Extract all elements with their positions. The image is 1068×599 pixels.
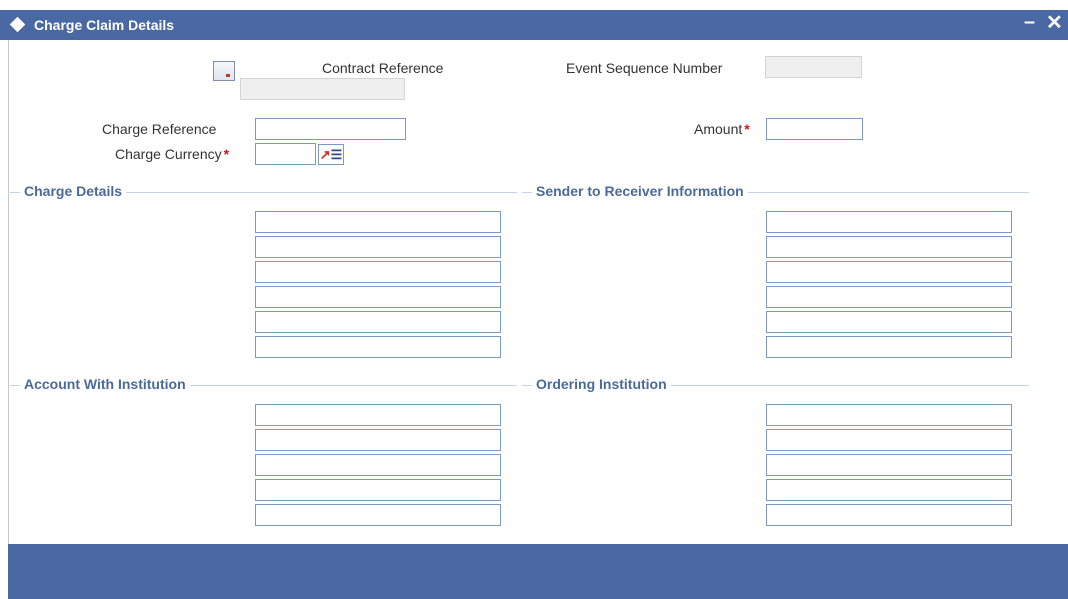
account-with-institution-line-3[interactable] [255, 454, 501, 476]
charge-currency-label-text: Charge Currency [115, 146, 222, 162]
account-with-institution-title: Account With Institution [20, 376, 190, 392]
diamond-icon [9, 16, 26, 33]
sender-to-receiver-line-1[interactable] [766, 211, 1012, 233]
account-with-institution-line-2[interactable] [255, 429, 501, 451]
charge-currency-label: Charge Currency * [115, 146, 229, 162]
sender-to-receiver-title: Sender to Receiver Information [532, 183, 748, 199]
event-sequence-field[interactable] [765, 56, 862, 78]
left-border [0, 40, 9, 545]
minimize-button[interactable]: – [1024, 11, 1035, 34]
charge-reference-field[interactable] [255, 118, 406, 140]
close-button[interactable]: ✕ [1046, 10, 1063, 35]
document-icon[interactable] [213, 61, 235, 81]
sender-to-receiver-line-3[interactable] [766, 261, 1012, 283]
charge-details-line-4[interactable] [255, 286, 501, 308]
charge-details-section: Charge Details [10, 182, 517, 202]
contract-reference-field[interactable] [240, 78, 405, 100]
sender-to-receiver-line-5[interactable] [766, 311, 1012, 333]
ordering-institution-line-3[interactable] [766, 454, 1012, 476]
ordering-institution-line-2[interactable] [766, 429, 1012, 451]
charge-details-line-1[interactable] [255, 211, 501, 233]
account-with-institution-section: Account With Institution [10, 375, 517, 395]
charge-details-line-5[interactable] [255, 311, 501, 333]
amount-field[interactable] [766, 118, 863, 140]
ordering-institution-line-5[interactable] [766, 504, 1012, 526]
sender-to-receiver-section: Sender to Receiver Information [522, 182, 1029, 202]
ordering-institution-section: Ordering Institution [522, 375, 1029, 395]
sender-to-receiver-line-6[interactable] [766, 336, 1012, 358]
footer-bar [8, 544, 1068, 599]
charge-details-title: Charge Details [20, 183, 127, 199]
account-with-institution-line-5[interactable] [255, 504, 501, 526]
amount-label: Amount * [694, 121, 750, 137]
account-with-institution-line-1[interactable] [255, 404, 501, 426]
window-title: Charge Claim Details [34, 17, 175, 33]
charge-details-line-3[interactable] [255, 261, 501, 283]
contract-reference-label: Contract Reference [322, 60, 444, 76]
ordering-institution-title: Ordering Institution [532, 376, 671, 392]
charge-details-line-2[interactable] [255, 236, 501, 258]
charge-details-line-6[interactable] [255, 336, 501, 358]
charge-currency-field[interactable] [255, 143, 316, 165]
sender-to-receiver-line-4[interactable] [766, 286, 1012, 308]
sender-to-receiver-line-2[interactable] [766, 236, 1012, 258]
amount-label-text: Amount [694, 121, 743, 137]
ordering-institution-line-1[interactable] [766, 404, 1012, 426]
required-marker: * [223, 146, 230, 162]
list-of-values-icon[interactable]: ↗☰ [318, 144, 344, 165]
event-sequence-label: Event Sequence Number [566, 60, 723, 76]
required-marker: * [744, 121, 750, 137]
charge-reference-label: Charge Reference [102, 121, 217, 137]
account-with-institution-line-4[interactable] [255, 479, 501, 501]
window-titlebar: Charge Claim Details – ✕ [0, 10, 1068, 40]
ordering-institution-line-4[interactable] [766, 479, 1012, 501]
